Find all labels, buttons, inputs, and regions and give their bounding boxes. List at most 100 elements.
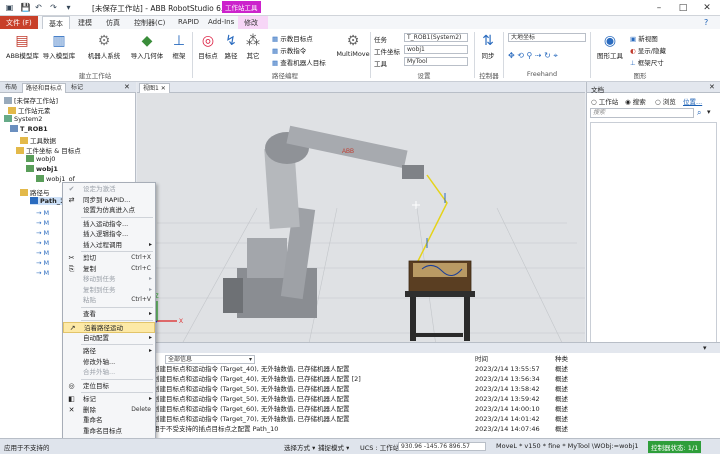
- menu-item[interactable]: ⎘ 复制 Ctrl+C: [63, 264, 155, 275]
- move-instruction-item[interactable]: → M: [36, 219, 49, 227]
- view-robot-target-button[interactable]: ▦ 查看机器人目标: [272, 57, 326, 67]
- snap-mode-dropdown[interactable]: 捕捉模式 ▾: [318, 442, 349, 452]
- multi-robot-jog-icon[interactable]: ⌖: [553, 51, 558, 60]
- move-icon[interactable]: ✥: [508, 51, 515, 60]
- output-row-message[interactable]: 创建目标点和运动指令 (Target_40), 无外轴数值, 已存储机器人配置 …: [153, 375, 473, 384]
- rotate-icon[interactable]: ⟲: [517, 51, 524, 60]
- output-filter-select[interactable]: 全部信息 ▾: [165, 355, 255, 364]
- undo-icon[interactable]: ↶: [33, 3, 44, 13]
- menu-item[interactable]: 重命名: [63, 415, 155, 426]
- output-row-message[interactable]: 创建目标点和运动指令 (Target_50), 无外轴数值, 已存储机器人配置: [153, 395, 473, 404]
- robot-system-button[interactable]: ⚙ 机器人系统: [84, 33, 124, 60]
- tab-rapid[interactable]: RAPID: [172, 16, 205, 29]
- close-button[interactable]: ✕: [700, 2, 714, 14]
- move-instruction-item[interactable]: → M: [36, 239, 49, 247]
- teach-target-button[interactable]: ▦ 示教目标点: [272, 33, 313, 43]
- tree-paths-procedures[interactable]: 路径与: [20, 187, 50, 197]
- tree-station[interactable]: [未保存工作站]: [4, 95, 58, 105]
- location-link[interactable]: 位置...: [683, 96, 702, 106]
- output-pin-icon[interactable]: ▾: [703, 344, 707, 352]
- menu-item[interactable]: 插入过程调用 ▸: [63, 240, 155, 251]
- search-options-icon[interactable]: ▾: [707, 108, 711, 116]
- menu-item[interactable]: ✂ 剪切 Ctrl+X: [63, 253, 155, 264]
- tab-file[interactable]: 文件 (F): [0, 16, 38, 29]
- jog-linear-icon[interactable]: ⇢: [535, 51, 542, 60]
- worktable[interactable]: [405, 260, 475, 341]
- robot-scene[interactable]: ABB X Z: [137, 93, 585, 353]
- target-button[interactable]: ◎ 目标点: [196, 33, 220, 60]
- menu-item[interactable]: 设置为仿真进入点: [63, 205, 155, 216]
- redo-icon[interactable]: ↷: [48, 3, 59, 13]
- frame-size-button[interactable]: ⊥ 框架尺寸: [630, 57, 664, 67]
- other-button[interactable]: ⁂ 其它: [244, 33, 262, 60]
- tab-basic[interactable]: 基本: [42, 16, 70, 29]
- 3d-viewport[interactable]: 视图1 ✕ ABB X Z: [137, 82, 585, 353]
- motion-instruction-setting[interactable]: MoveL * v150 * fine * MyTool \WObj:=wobj…: [496, 442, 638, 450]
- menu-item[interactable]: 重命名目标点: [63, 426, 155, 437]
- customize-quick-access-icon[interactable]: ▾: [63, 3, 74, 13]
- help-icon[interactable]: ?: [704, 18, 708, 27]
- frame-button[interactable]: ⊥ 框架: [168, 33, 190, 60]
- menu-item[interactable]: ✕ 删除 Delete: [63, 405, 155, 416]
- tool-select[interactable]: MyTool: [404, 57, 468, 66]
- tab-modify[interactable]: 修改: [238, 16, 268, 29]
- sync-button[interactable]: ⇅ 同步: [478, 33, 498, 60]
- tab-tags[interactable]: 标记: [68, 83, 86, 93]
- documents-search-input[interactable]: 搜索: [590, 108, 694, 118]
- new-view-button[interactable]: ▣ 新视图: [630, 33, 658, 43]
- teach-instruction-button[interactable]: ▦ 示教指令: [272, 45, 306, 55]
- freehand-reference-select[interactable]: 大地坐标: [508, 33, 586, 42]
- show-hide-button[interactable]: ◐ 显示/隐藏: [630, 45, 666, 55]
- menu-item[interactable]: ◧ 标记 ▸: [63, 394, 155, 405]
- documents-results-list[interactable]: [590, 122, 717, 349]
- tree-t-rob1[interactable]: T_ROB1: [10, 125, 48, 133]
- tab-layout[interactable]: 布局: [2, 83, 20, 93]
- selection-mode-dropdown[interactable]: 选择方式 ▾: [284, 442, 315, 452]
- tree-system2[interactable]: System2: [4, 115, 42, 123]
- move-instruction-item[interactable]: → M: [36, 229, 49, 237]
- tab-view1[interactable]: 视图1 ✕: [139, 83, 170, 93]
- menu-item[interactable]: ↗ 沿着路径运动: [63, 322, 155, 333]
- menu-item[interactable]: ⇄ 同步到 RAPID...: [63, 195, 155, 206]
- tab-addins[interactable]: Add-Ins: [202, 16, 240, 29]
- move-instruction-item[interactable]: → M: [36, 269, 49, 277]
- graphics-tools-button[interactable]: ◉ 图形工具: [594, 33, 626, 60]
- menu-item[interactable]: 插入运动指令...: [63, 219, 155, 230]
- output-row-message[interactable]: 用于不受支持的插点目标点之配置 Path_10: [153, 425, 473, 434]
- tree-tool-data[interactable]: 工具数据: [20, 135, 56, 145]
- maximize-button[interactable]: □: [676, 2, 690, 14]
- menu-item[interactable]: 自动配置 ▸: [63, 333, 155, 344]
- panel-close-icon[interactable]: ✕: [124, 83, 130, 91]
- move-instruction-item[interactable]: → M: [36, 259, 49, 267]
- import-geometry-button[interactable]: ◆ 导入几何体: [128, 33, 166, 60]
- jog-joint-icon[interactable]: ⚲: [527, 51, 533, 60]
- radio-station[interactable]: ○ 工作站: [591, 96, 618, 106]
- path-button[interactable]: ↯ 路径: [222, 33, 240, 60]
- tree-workobjects-targets[interactable]: 工件坐标 & 目标点: [16, 145, 81, 155]
- tab-controller[interactable]: 控制器(C): [128, 16, 171, 29]
- menu-item[interactable]: ◎ 定位目标: [63, 381, 155, 392]
- output-row-message[interactable]: 创建目标点和运动指令 (Target_60), 无外轴数值, 已存储机器人配置: [153, 405, 473, 414]
- tree-wobj1[interactable]: wobj1: [26, 165, 58, 173]
- menu-item[interactable]: 修改外轴...: [63, 357, 155, 368]
- import-library-button[interactable]: ▥ 导入模型库: [42, 33, 76, 60]
- documents-close-icon[interactable]: ✕: [709, 83, 715, 91]
- save-icon[interactable]: 💾: [20, 3, 31, 13]
- tree-wobj0[interactable]: wobj0: [26, 155, 55, 163]
- tab-modeling[interactable]: 建模: [72, 16, 98, 29]
- menu-item[interactable]: 插入逻辑指令...: [63, 229, 155, 240]
- move-instruction-item[interactable]: → M: [36, 209, 49, 217]
- radio-browse[interactable]: ○ 浏览: [655, 96, 676, 106]
- output-row-message[interactable]: 创建目标点和运动指令 (Target_70), 无外轴数值, 已存储机器人配置: [153, 415, 473, 424]
- tree-station-elements[interactable]: 工作站元素: [8, 105, 51, 115]
- move-instruction-item[interactable]: → M: [36, 249, 49, 257]
- menu-item[interactable]: 查看 ▸: [63, 309, 155, 320]
- abb-library-button[interactable]: ▤ ABB模型库: [6, 33, 39, 60]
- minimize-button[interactable]: –: [652, 2, 666, 14]
- wobj-select[interactable]: wobj1: [404, 45, 468, 54]
- multimove-button[interactable]: ⚙ MultiMove: [336, 33, 370, 58]
- radio-search[interactable]: ◉ 搜索: [625, 96, 646, 106]
- output-row-message[interactable]: 创建目标点和运动指令 (Target_40), 无外轴数值, 已存储机器人配置: [153, 365, 473, 374]
- menu-item[interactable]: 路径 ▸: [63, 346, 155, 357]
- tab-paths-targets[interactable]: 路径和目标点: [22, 83, 67, 93]
